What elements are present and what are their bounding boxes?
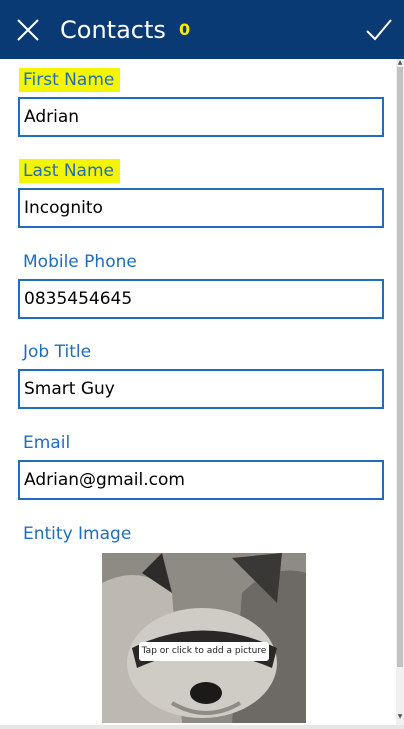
scrollbar-thumb[interactable]	[397, 67, 403, 667]
close-icon[interactable]	[16, 18, 40, 42]
form-content: First Name Adrian Last Name Incognito Mo…	[0, 59, 396, 729]
scrollbar[interactable]: ▲ ▼	[396, 59, 404, 729]
raccoon-image	[102, 553, 306, 723]
email-field[interactable]: Adrian@gmail.com	[18, 460, 384, 500]
mobile-phone-label: Mobile Phone	[23, 252, 137, 272]
bottom-divider	[0, 725, 404, 729]
scroll-down-icon[interactable]: ▼	[397, 714, 403, 720]
check-icon[interactable]	[365, 17, 393, 43]
mobile-phone-field[interactable]: 0835454645	[18, 279, 384, 319]
entity-image-picker[interactable]: Tap or click to add a picture	[102, 553, 306, 723]
job-title-label: Job Title	[23, 342, 92, 362]
record-count-badge: 0	[179, 20, 191, 39]
app-header: Contacts 0	[0, 0, 404, 59]
first-name-field[interactable]: Adrian	[18, 97, 384, 137]
first-name-label: First Name	[19, 68, 121, 92]
add-picture-hint: Tap or click to add a picture	[139, 642, 269, 661]
last-name-field[interactable]: Incognito	[18, 188, 384, 228]
entity-image-label: Entity Image	[23, 524, 132, 544]
page-title: Contacts	[60, 16, 166, 44]
scroll-up-icon[interactable]: ▲	[397, 60, 403, 66]
job-title-field[interactable]: Smart Guy	[18, 369, 384, 409]
email-label: Email	[23, 433, 71, 453]
last-name-label: Last Name	[19, 159, 120, 183]
